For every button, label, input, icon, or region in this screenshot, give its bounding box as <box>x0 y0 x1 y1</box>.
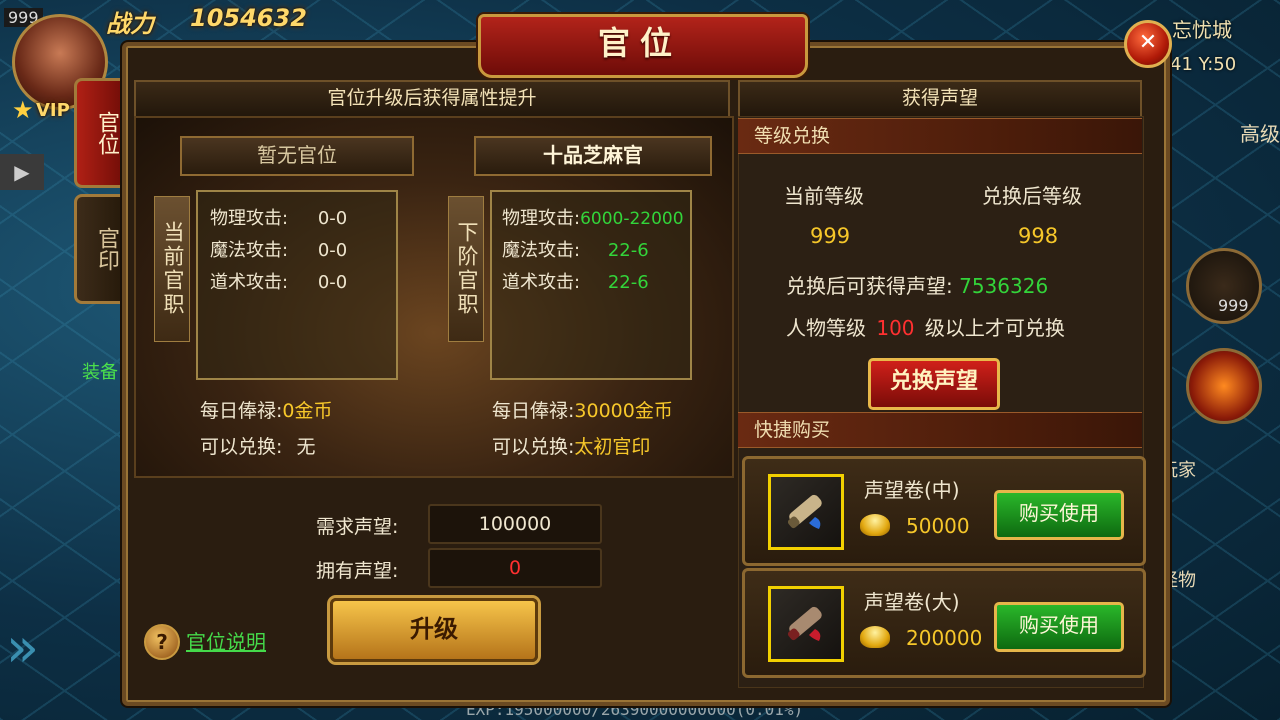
quick-buy-title: 快捷购买 <box>738 412 1142 448</box>
salary-value: 0金币 <box>282 400 333 422</box>
combat-power-label: 战力 <box>106 10 154 38</box>
left-panel-header: 官位升级后获得属性提升 <box>134 80 730 118</box>
salary-value: 30000金币 <box>574 400 673 422</box>
stat-value: 0-0 <box>317 208 348 229</box>
map-name: 忘忧城 <box>1172 18 1232 42</box>
item-name: 声望卷(大) <box>864 590 960 614</box>
stat-label: 物理攻击: <box>210 208 289 229</box>
skill-slot-fire-icon[interactable] <box>1186 348 1262 424</box>
req-prefix: 人物等级 <box>786 316 866 340</box>
stat-value: 0-0 <box>317 240 348 261</box>
stat-value: 6000-22000 <box>580 209 684 229</box>
buy-use-button[interactable]: 购买使用 <box>994 490 1124 540</box>
current-level-value: 999 <box>810 224 851 248</box>
after-level-label: 兑换后等级 <box>982 184 1082 208</box>
stat-label: 道术攻击: <box>210 272 289 293</box>
gold-ingot-icon <box>860 626 890 648</box>
item-name: 声望卷(中) <box>864 478 960 502</box>
stat-label: 魔法攻击: <box>502 240 581 261</box>
current-stat-magic: 魔法攻击: 0-0 <box>210 234 347 268</box>
stat-value: 0-0 <box>317 272 348 293</box>
owned-reputation-field: 0 <box>428 548 602 588</box>
stat-label: 物理攻击: <box>502 208 581 229</box>
required-reputation-field: 100000 <box>428 504 602 544</box>
req-level: 100 <box>876 316 915 340</box>
coords-readout: 41 Y:50 <box>1170 54 1237 75</box>
side-label-equipment: 装备 <box>82 362 118 383</box>
expand-chevron-icon[interactable]: » <box>6 618 39 678</box>
gold-ingot-icon <box>860 514 890 536</box>
next-rank-label: 下阶官职 <box>448 196 484 342</box>
current-level-label: 当前等级 <box>784 184 864 208</box>
buy-use-button[interactable]: 购买使用 <box>994 602 1124 652</box>
current-rank-label: 当前官职 <box>154 196 190 342</box>
stat-value: 22-6 <box>607 272 649 293</box>
item-price: 200000 <box>906 626 983 650</box>
req-suffix: 级以上才可兑换 <box>924 316 1065 340</box>
reputation-scroll-large-icon[interactable] <box>768 586 844 662</box>
skill-slot-badge: 999 <box>1218 296 1249 315</box>
reputation-scroll-medium-icon[interactable] <box>768 474 844 550</box>
exchange-label: 可以兑换: <box>492 436 575 458</box>
vip-star-icon: ★ <box>12 96 34 124</box>
current-stat-taoist: 道术攻击: 0-0 <box>210 266 347 300</box>
expand-left-arrow-icon[interactable]: ▶ <box>0 154 44 190</box>
stat-label: 魔法攻击: <box>210 240 289 261</box>
level-exchange-title: 等级兑换 <box>738 118 1142 154</box>
exchange-reputation-button[interactable]: 兑换声望 <box>868 358 1000 410</box>
side-label-advanced: 高级 <box>1240 122 1280 146</box>
after-level-value: 998 <box>1018 224 1059 248</box>
exchange-value: 无 <box>296 436 316 458</box>
vip-label: VIP <box>36 100 70 121</box>
right-panel-header: 获得声望 <box>738 80 1142 118</box>
required-reputation-label: 需求声望: <box>316 516 399 538</box>
next-stat-taoist: 道术攻击: 22-6 <box>502 266 649 300</box>
next-salary: 每日俸禄:30000金币 <box>492 396 673 423</box>
owned-reputation-label: 拥有声望: <box>316 560 399 582</box>
window-title: 官位 <box>597 24 682 62</box>
next-stat-magic: 魔法攻击: 22-6 <box>502 234 649 268</box>
current-stat-physical: 物理攻击: 0-0 <box>210 202 347 236</box>
current-salary: 每日俸禄:0金币 <box>200 396 333 423</box>
combat-power-value: 1054632 <box>190 4 307 32</box>
gain-value: 7536326 <box>959 274 1049 298</box>
gain-label: 兑换后可获得声望: <box>786 274 953 298</box>
exchange-value: 太初官印 <box>574 436 651 458</box>
current-rank-plate: 暂无官位 <box>180 136 414 176</box>
current-exchange: 可以兑换: 无 <box>200 432 315 459</box>
exchange-label: 可以兑换: <box>200 436 283 458</box>
close-button[interactable]: ✕ <box>1124 20 1172 68</box>
salary-label: 每日俸禄: <box>492 400 575 422</box>
next-exchange: 可以兑换:太初官印 <box>492 432 650 459</box>
rank-help-link[interactable]: 官位说明 <box>186 626 266 655</box>
level-requirement-row: 人物等级 100 级以上才可兑换 <box>786 312 1065 341</box>
salary-label: 每日俸禄: <box>200 400 283 422</box>
help-question-icon[interactable]: ? <box>144 624 180 660</box>
item-price: 50000 <box>906 514 970 538</box>
gain-reputation-row: 兑换后可获得声望: 7536326 <box>786 270 1048 299</box>
stat-value: 22-6 <box>607 240 649 261</box>
next-stat-physical: 物理攻击:6000-22000 <box>502 202 684 236</box>
upgrade-button[interactable]: 升级 <box>330 598 538 662</box>
next-rank-plate: 十品芝麻官 <box>474 136 712 176</box>
stat-label: 道术攻击: <box>502 272 581 293</box>
